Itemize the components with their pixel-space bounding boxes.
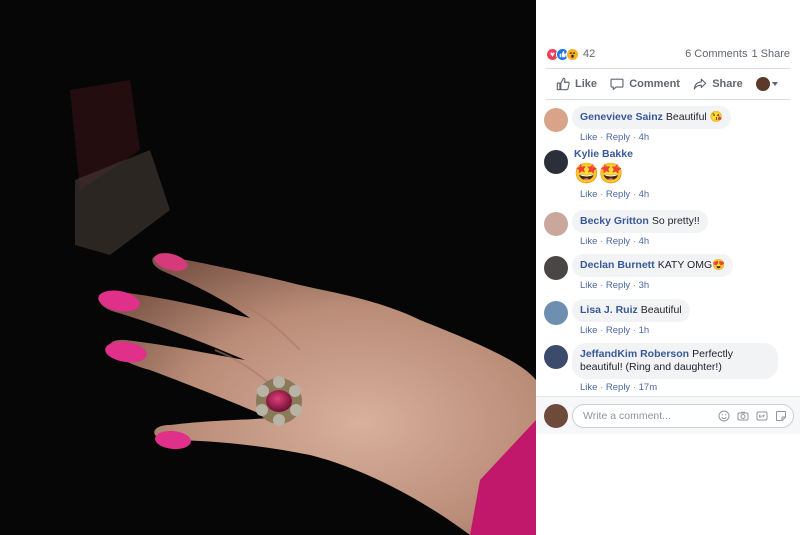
comment-bubble: JeffandKim Roberson Perfectly beautiful! … (572, 343, 778, 379)
hand-ring-photo (0, 0, 536, 535)
comment-timestamp[interactable]: 17m (639, 382, 657, 393)
comment-item: Lisa J. Ruiz Beautiful Like · Reply · 1h (544, 299, 792, 336)
comment-box[interactable] (572, 403, 794, 428)
comments-panel: ♥ 42 6 Comments 1 Share Like Comment Sha… (536, 0, 800, 535)
share-label: Share (712, 78, 743, 90)
commenter-avatar[interactable] (544, 301, 568, 325)
comment-reply-link[interactable]: Reply (606, 325, 630, 336)
post-photo[interactable] (0, 0, 536, 535)
comment-item: Genevieve Sainz Beautiful 😘 Like · Reply … (544, 106, 792, 143)
comment-actions: Like · Reply · 1h (580, 325, 650, 336)
comment-reply-link[interactable]: Reply (606, 132, 630, 143)
comment-item: JeffandKim Roberson Perfectly beautiful! … (544, 343, 792, 393)
comment-text: 🤩🤩 (574, 163, 624, 185)
comment-reply-link[interactable]: Reply (606, 189, 630, 200)
comment-author[interactable]: JeffandKim Roberson (580, 348, 689, 360)
comment-input[interactable] (583, 409, 718, 422)
comment-timestamp[interactable]: 1h (639, 325, 650, 336)
comment-timestamp[interactable]: 4h (639, 189, 650, 200)
commenter-avatar[interactable] (544, 150, 568, 174)
comment-bubble: Genevieve Sainz Beautiful 😘 (572, 106, 731, 129)
comment-bubble: Lisa J. Ruiz Beautiful (572, 299, 690, 322)
thumbs-up-icon (556, 77, 570, 91)
avatar (755, 77, 770, 91)
comment-reply-link[interactable]: Reply (606, 280, 630, 291)
comment-actions: Like · Reply · 4h (580, 189, 650, 200)
gif-icon[interactable] (756, 410, 768, 422)
comment-item: Kylie Bakke 🤩🤩 Like · Reply · 4h (544, 148, 792, 200)
comment-actions: Like · Reply · 4h (580, 236, 650, 247)
commenter-avatar[interactable] (544, 256, 568, 280)
share-arrow-icon (693, 77, 707, 91)
comment-actions: Like · Reply · 3h (580, 280, 650, 291)
speech-bubble-icon (610, 77, 624, 91)
comment-reply-link[interactable]: Reply (606, 382, 630, 393)
comment-bubble: Kylie Bakke 🤩🤩 (572, 148, 638, 186)
commenter-avatar[interactable] (544, 212, 568, 236)
comment-actions: Like · Reply · 4h (580, 132, 650, 143)
comment-bubble: Declan Burnett KATY OMG😍 (572, 254, 734, 277)
comment-item: Declan Burnett KATY OMG😍 Like · Reply · 3… (544, 254, 792, 291)
comment-author[interactable]: Genevieve Sainz (580, 111, 663, 123)
chevron-down-icon (771, 82, 778, 86)
wow-icon (566, 47, 579, 61)
comment-actions: Like · Reply · 17m (580, 382, 658, 393)
comment-author[interactable]: Declan Burnett (580, 259, 655, 271)
comment-author[interactable]: Kylie Bakke (574, 148, 633, 161)
comments-count-link[interactable]: 6 Comments (685, 48, 747, 60)
comment-like-link[interactable]: Like (580, 189, 597, 200)
comment-as-selector[interactable] (755, 77, 778, 91)
emoji-icon[interactable] (718, 410, 730, 422)
comment-composer (536, 396, 800, 434)
reaction-summary-button[interactable]: ♥ 42 (546, 47, 595, 61)
comment-like-link[interactable]: Like (580, 132, 597, 143)
comment-like-link[interactable]: Like (580, 280, 597, 291)
comment-like-link[interactable]: Like (580, 325, 597, 336)
comment-like-link[interactable]: Like (580, 382, 597, 393)
post-action-bar: Like Comment Share (546, 68, 790, 100)
avatar (544, 403, 568, 428)
comment-author[interactable]: Lisa J. Ruiz (580, 304, 638, 316)
comment-text: Beautiful 😘 (665, 111, 723, 123)
comment-timestamp[interactable]: 4h (639, 132, 650, 143)
comment-like-link[interactable]: Like (580, 236, 597, 247)
reactions-summary: ♥ 42 6 Comments 1 Share (546, 46, 790, 62)
shares-count-link[interactable]: 1 Share (751, 48, 790, 60)
comment-bubble: Becky Gritton So pretty!! (572, 210, 708, 233)
comment-author[interactable]: Becky Gritton (580, 215, 649, 227)
comment-text: KATY OMG😍 (657, 259, 726, 271)
comment-text: Beautiful (640, 304, 682, 316)
commenter-avatar[interactable] (544, 345, 568, 369)
reaction-count[interactable]: 42 (583, 48, 595, 60)
comment-button[interactable]: Comment (610, 77, 680, 91)
comment-item: Becky Gritton So pretty!! Like · Reply · … (544, 210, 792, 247)
comment-label: Comment (629, 78, 680, 90)
like-label: Like (575, 78, 598, 90)
commenter-avatar[interactable] (544, 108, 568, 132)
sticker-icon[interactable] (775, 410, 787, 422)
comment-timestamp[interactable]: 4h (639, 236, 650, 247)
comment-timestamp[interactable]: 3h (639, 280, 650, 291)
like-button[interactable]: Like (556, 77, 597, 91)
share-button[interactable]: Share (693, 77, 743, 91)
camera-icon[interactable] (737, 410, 749, 422)
comment-reply-link[interactable]: Reply (606, 236, 630, 247)
comment-text: So pretty!! (651, 215, 700, 227)
